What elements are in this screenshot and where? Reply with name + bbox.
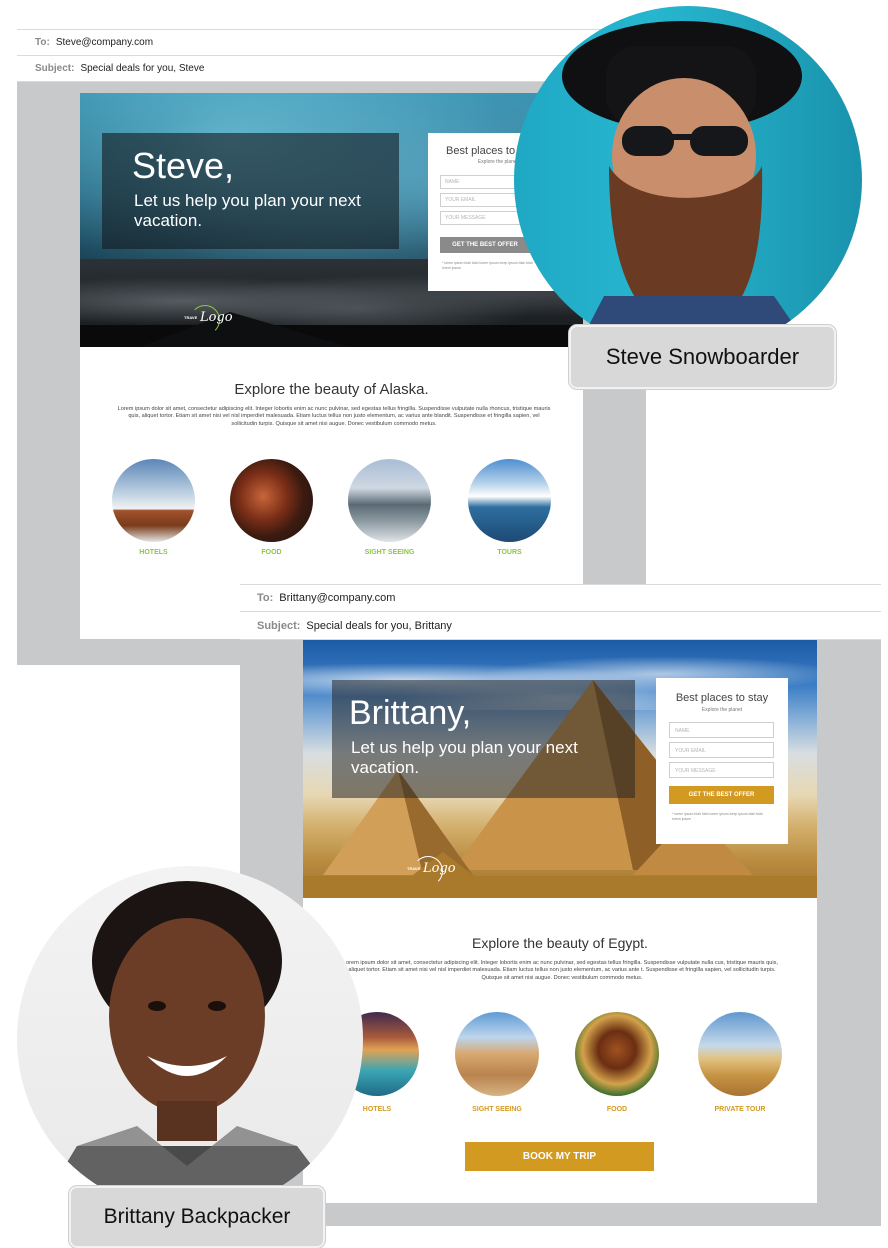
- form-title: Best places to stay: [675, 692, 769, 704]
- persona-label-steve: Steve Snowboarder: [569, 325, 836, 389]
- to-label: To:: [35, 37, 50, 48]
- to-address: Brittany@company.com: [279, 592, 396, 604]
- hero-name: Steve,: [132, 145, 235, 186]
- hero-text-box: Brittany, Let us help you plan your next…: [332, 680, 635, 798]
- get-offer-button[interactable]: GET THE BEST OFFER: [669, 786, 774, 804]
- to-row[interactable]: To: Steve@company.com: [17, 29, 646, 56]
- email-body-steve: Steve, Let us help you plan your next va…: [80, 93, 583, 639]
- logo-word: Logo: [423, 861, 456, 876]
- food-image-icon[interactable]: [230, 459, 313, 542]
- steve-photo: [514, 6, 862, 354]
- explore-title: Explore the beauty of Alaska.: [234, 381, 429, 398]
- food-image-icon[interactable]: [575, 1012, 659, 1096]
- email-body-brittany: Brittany, Let us help you plan your next…: [303, 640, 817, 1203]
- mountain-shape: [140, 312, 350, 347]
- fine-print: * lorem ipsum blah blah lorem ipsum lore…: [672, 812, 763, 821]
- hero-pyramids: Brittany, Let us help you plan your next…: [303, 640, 817, 898]
- explore-title: Explore the beauty of Egypt.: [472, 935, 648, 951]
- hero-band: [303, 876, 817, 898]
- subject-text: Special deals for you, Steve: [80, 63, 205, 74]
- message-field[interactable]: YOUR MESSAGE: [669, 762, 774, 778]
- hero-name: Brittany,: [349, 694, 472, 732]
- travel-logo: TRAVE Logo: [184, 303, 233, 337]
- subject-row[interactable]: Subject: Special deals for you, Brittany: [240, 612, 881, 640]
- category-label-sightseeing[interactable]: SIGHT SEEING: [455, 1106, 539, 1113]
- sphinx-image-icon[interactable]: [455, 1012, 539, 1096]
- lead-form: Best places to stay Explore the planet N…: [656, 678, 788, 844]
- to-label: To:: [257, 592, 274, 604]
- email-field[interactable]: YOUR EMAIL: [669, 742, 774, 758]
- category-label-private-tour[interactable]: PRIVATE TOUR: [698, 1106, 782, 1113]
- body-text: orem ipsum dolor sit amet, consectetur a…: [346, 960, 778, 981]
- fine-print: * lorem ipsum blah blah lorem ipsum lore…: [442, 261, 533, 270]
- sightseeing-image-icon[interactable]: [348, 459, 431, 542]
- form-subtitle: Explore the planet: [701, 707, 743, 713]
- subject-label: Subject:: [35, 63, 75, 74]
- hero-subtitle: Let us help you plan your next vacation.: [351, 738, 578, 777]
- logo-word: Logo: [200, 310, 233, 325]
- hero-ice-cave: Steve, Let us help you plan your next va…: [80, 93, 583, 347]
- hero-subtitle: Let us help you plan your next vacation.: [134, 191, 361, 230]
- category-label-food[interactable]: FOOD: [230, 549, 313, 556]
- travel-logo: TRAVE Logo: [407, 854, 456, 888]
- category-label-food[interactable]: FOOD: [575, 1106, 659, 1113]
- get-offer-button[interactable]: GET THE BEST OFFER: [440, 237, 530, 253]
- camel-tour-image-icon[interactable]: [698, 1012, 782, 1096]
- logo-small-text: TRAVE: [407, 866, 421, 871]
- hotel-image-icon[interactable]: [112, 459, 195, 542]
- to-row[interactable]: To: Brittany@company.com: [240, 584, 881, 612]
- kayak-tour-image-icon[interactable]: [468, 459, 551, 542]
- brittany-photo: [17, 866, 363, 1212]
- smiling-woman-avatar-icon: [37, 881, 347, 1212]
- logo-small-text: TRAVE: [184, 315, 198, 320]
- persona-label-brittany: Brittany Backpacker: [69, 1186, 325, 1248]
- category-label-hotels[interactable]: HOTELS: [112, 549, 195, 556]
- subject-text: Special deals for you, Brittany: [306, 619, 452, 632]
- bearded-man-avatar-icon: [562, 21, 814, 354]
- hero-text-box: Steve, Let us help you plan your next va…: [102, 133, 399, 249]
- body-text: Lorem ipsum dolor sit amet, consectetur …: [117, 406, 551, 427]
- book-my-trip-button[interactable]: BOOK MY TRIP: [465, 1142, 654, 1171]
- to-address: Steve@company.com: [55, 37, 154, 48]
- subject-label: Subject:: [257, 619, 301, 632]
- category-label-sightseeing[interactable]: SIGHT SEEING: [348, 549, 431, 556]
- name-field[interactable]: NAME: [669, 722, 774, 738]
- category-label-tours[interactable]: TOURS: [468, 549, 551, 556]
